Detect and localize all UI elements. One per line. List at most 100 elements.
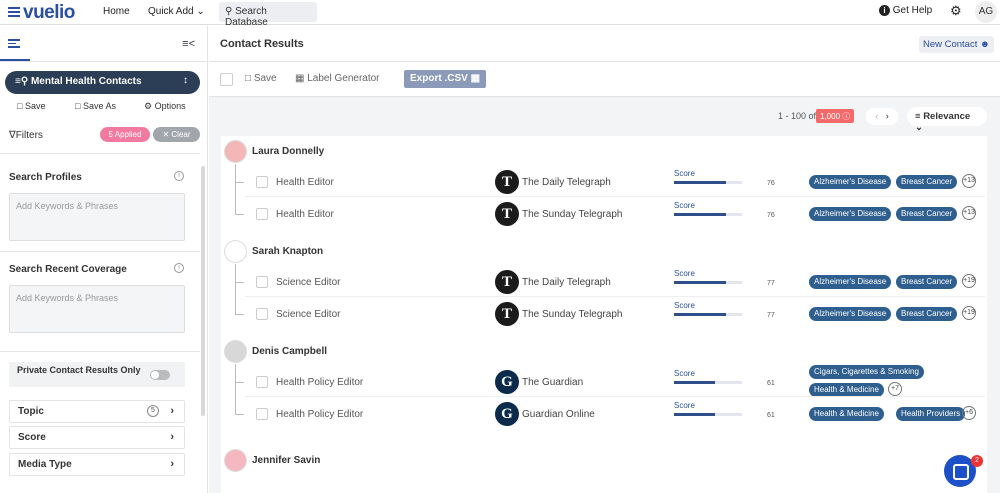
outlet-name[interactable]: The Sunday Telegraph: [522, 209, 622, 220]
nav-home[interactable]: Home: [103, 6, 130, 17]
topic-tag[interactable]: Alzheimer's Disease: [809, 207, 892, 221]
outlet-logo-icon: T: [495, 170, 519, 194]
label-generator-button[interactable]: ▦ Label Generator: [295, 73, 380, 84]
score-value: 61: [767, 412, 775, 419]
close-icon: ✕: [162, 130, 170, 139]
contact-avatar[interactable]: [224, 240, 247, 263]
topic-tag[interactable]: Cigars, Cigarettes & Smoking: [809, 365, 924, 379]
tree-branch: [235, 182, 244, 183]
bookmark-icon: □: [17, 101, 23, 111]
outlet-logo-icon: G: [495, 402, 519, 426]
contact-role: Science Editor: [276, 277, 341, 288]
save-search-button[interactable]: □ Save: [17, 101, 45, 111]
tree-line: [235, 364, 236, 414]
sort-icon: ≡: [915, 111, 921, 122]
search-database-button[interactable]: ⚲ Search Database: [219, 2, 317, 28]
private-results-toggle[interactable]: [150, 370, 170, 380]
search-icon: ⚲: [225, 6, 233, 17]
clear-filters-button[interactable]: ✕ Clear: [153, 127, 200, 142]
search-coverage-input[interactable]: Add Keywords & Phrases: [9, 285, 185, 333]
filter-menu-icon[interactable]: [8, 39, 20, 48]
filter-icon: ∇: [9, 130, 16, 141]
chat-unread-badge: 2: [971, 455, 983, 467]
prev-page-button[interactable]: ‹: [875, 111, 878, 121]
row-divider: [245, 196, 985, 197]
topic-tag[interactable]: Alzheimer's Disease: [809, 275, 892, 289]
topic-tag[interactable]: Alzheimer's Disease: [809, 175, 892, 189]
saved-search-select[interactable]: ≡⚲ Mental Health Contacts ↕: [5, 71, 200, 94]
contact-name[interactable]: Denis Campbell: [252, 346, 327, 357]
outlet-name[interactable]: The Guardian: [522, 377, 583, 388]
divider: [0, 351, 200, 352]
more-tags-badge[interactable]: +19: [962, 306, 976, 320]
row-checkbox[interactable]: [256, 376, 268, 388]
topic-tag[interactable]: Health Providers: [896, 407, 966, 421]
outlet-name[interactable]: Guardian Online: [522, 409, 595, 420]
contact-role: Health Policy Editor: [276, 377, 364, 388]
topic-tag[interactable]: Health & Medicine: [809, 407, 884, 421]
topic-tag[interactable]: Breast Cancer: [896, 175, 958, 189]
applied-filters-badge[interactable]: 5 Applied: [100, 127, 150, 142]
row-checkbox[interactable]: [256, 276, 268, 288]
contact-name[interactable]: Jennifer Savin: [252, 455, 320, 466]
save-contacts-button[interactable]: □ Save: [245, 73, 277, 84]
tree-branch: [235, 314, 244, 315]
export-csv-button[interactable]: Export .CSV ▦: [404, 70, 487, 88]
outlet-name[interactable]: The Sunday Telegraph: [522, 309, 622, 320]
search-profiles-input[interactable]: Add Keywords & Phrases: [9, 193, 185, 241]
page-title: Contact Results: [220, 38, 304, 50]
vuelio-logo[interactable]: vuelio: [8, 2, 75, 24]
topic-tag[interactable]: Breast Cancer: [896, 207, 958, 221]
score-bar-fill: [674, 281, 727, 284]
row-checkbox[interactable]: [256, 208, 268, 220]
sort-select[interactable]: ≡ Relevance ⌄: [907, 107, 987, 133]
topic-tag[interactable]: Breast Cancer: [896, 275, 958, 289]
select-all-checkbox[interactable]: [220, 73, 233, 86]
nav-quick-add[interactable]: Quick Add ⌄: [148, 6, 205, 17]
more-tags-badge[interactable]: +13: [962, 174, 976, 188]
collapse-sidebar-icon[interactable]: ≡˂: [182, 38, 195, 50]
save-as-button[interactable]: □ Save As: [75, 101, 116, 111]
sidebar-scrollbar[interactable]: [201, 166, 205, 416]
row-checkbox[interactable]: [256, 176, 268, 188]
info-icon[interactable]: i: [174, 171, 184, 181]
more-tags-badge[interactable]: +6: [962, 406, 976, 420]
contact-name[interactable]: Laura Donnelly: [252, 146, 324, 157]
new-contact-button[interactable]: New Contact ☻: [918, 36, 994, 53]
contact-avatar[interactable]: [224, 449, 247, 472]
score-bar-fill: [674, 381, 716, 384]
score-value: 76: [767, 212, 775, 219]
tree-branch: [235, 414, 244, 415]
topic-accordion[interactable]: Topic 5 ›: [9, 400, 185, 423]
gear-icon[interactable]: ⚙: [950, 3, 962, 19]
results-scrollbar[interactable]: [989, 138, 995, 488]
topic-tag[interactable]: Breast Cancer: [896, 307, 958, 321]
row-checkbox[interactable]: [256, 308, 268, 320]
more-tags-badge[interactable]: +7: [888, 382, 902, 396]
outlet-logo-icon: T: [495, 202, 519, 226]
options-button[interactable]: ⚙ Options: [144, 101, 186, 112]
get-help-link[interactable]: i Get Help: [879, 5, 932, 16]
outlet-name[interactable]: The Daily Telegraph: [522, 177, 611, 188]
more-tags-badge[interactable]: +19: [962, 274, 976, 288]
score-value: 76: [767, 180, 775, 187]
contact-list: Laura Donnelly Health Editor T The Daily Te…: [221, 136, 987, 493]
score-accordion[interactable]: Score ›: [9, 426, 185, 449]
contact-role: Health Editor: [276, 177, 334, 188]
info-icon[interactable]: i: [174, 263, 184, 273]
contact-name[interactable]: Sarah Knapton: [252, 246, 323, 257]
next-page-button[interactable]: ›: [886, 111, 889, 121]
topic-tag[interactable]: Health & Medicine: [809, 383, 884, 397]
row-checkbox[interactable]: [256, 408, 268, 420]
user-avatar[interactable]: AG: [975, 1, 997, 23]
outlet-name[interactable]: The Daily Telegraph: [522, 277, 611, 288]
media-type-accordion[interactable]: Media Type ›: [9, 453, 185, 476]
score-bar: [674, 213, 742, 216]
contact-avatar[interactable]: [224, 140, 247, 163]
more-tags-badge[interactable]: +13: [962, 206, 976, 220]
contact-avatar[interactable]: [224, 340, 247, 363]
score-bar: [674, 313, 742, 316]
tree-line: [235, 164, 236, 214]
score-label: Score: [674, 169, 695, 178]
topic-tag[interactable]: Alzheimer's Disease: [809, 307, 892, 321]
